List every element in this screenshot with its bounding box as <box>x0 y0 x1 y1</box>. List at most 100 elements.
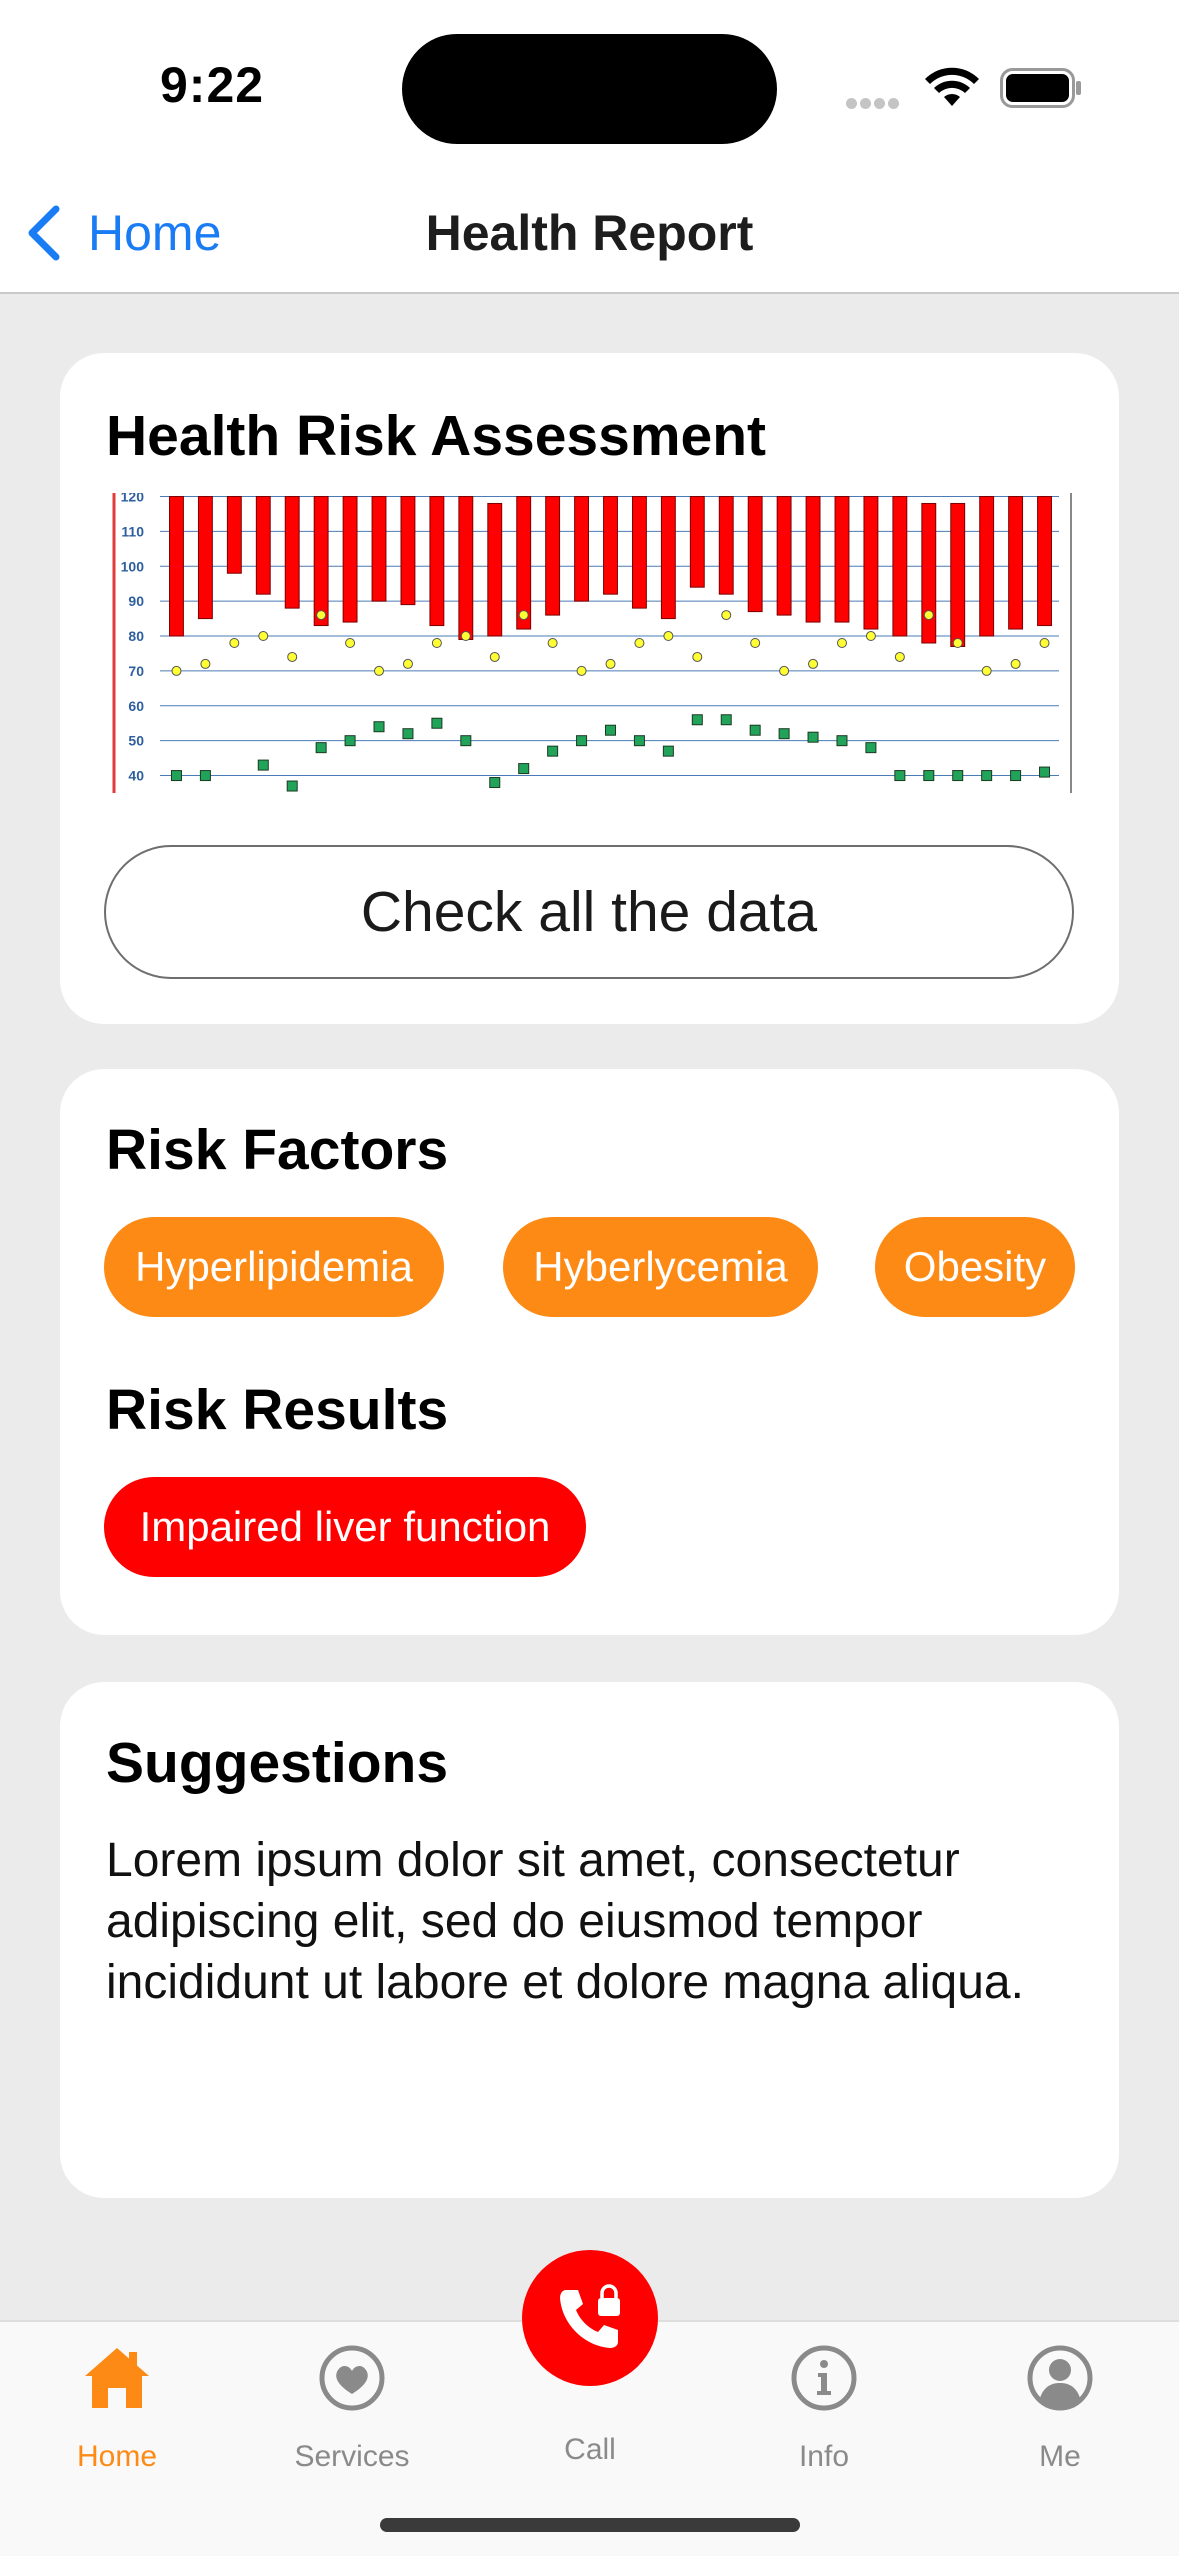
y-tick-label: 70 <box>128 663 144 679</box>
tab-home[interactable]: Home <box>17 2342 217 2474</box>
tab-services[interactable]: Services <box>252 2342 452 2474</box>
chart-bar <box>689 495 705 588</box>
risk-card: Risk Factors Hyperlipidemia Hyberlycemia… <box>60 1069 1119 1635</box>
chart-point-square <box>547 745 559 757</box>
chart-point-square <box>1039 766 1051 778</box>
chart-bar <box>342 495 358 623</box>
chart-point-square <box>720 714 732 726</box>
chart-bar <box>400 495 416 606</box>
tab-info[interactable]: Info <box>724 2342 924 2474</box>
status-bar: 9:22 <box>0 0 1179 170</box>
tab-call-label: Call <box>564 2433 616 2466</box>
chart-point-circle <box>489 651 500 662</box>
chart-point-circle <box>692 651 703 662</box>
wifi-icon <box>925 67 979 106</box>
chart-bar <box>1037 495 1052 627</box>
health-report-screen: 9:22 Home Health Report Health Risk Asse… <box>0 0 1179 2556</box>
navigation-bar: Home Health Report <box>0 170 1179 294</box>
battery-icon <box>1000 68 1081 108</box>
chart-point-circle <box>200 658 211 669</box>
chart-point-circle <box>402 658 413 669</box>
y-tick-label: 100 <box>121 558 145 574</box>
chart-point-circle <box>865 631 876 642</box>
heart-circle-icon <box>319 2345 385 2411</box>
y-tick-label: 60 <box>128 698 144 714</box>
chart-point-circle <box>750 638 761 648</box>
assessment-title: Health Risk Assessment <box>106 404 767 468</box>
chart-point-square <box>257 759 269 771</box>
chart-bar <box>892 495 908 637</box>
chart-bar <box>458 495 474 641</box>
chart-point-square <box>749 724 761 736</box>
chart-bar <box>429 495 445 627</box>
suggestions-card: Suggestions Lorem ipsum dolor sit amet, … <box>60 1682 1119 2198</box>
tab-home-label: Home <box>76 2440 158 2473</box>
chart-bar <box>834 495 850 623</box>
info-circle-icon <box>791 2345 857 2411</box>
tab-me[interactable]: Me <box>960 2342 1160 2474</box>
chart-point-circle <box>808 658 819 669</box>
chart-point-circle <box>460 631 471 642</box>
chart-bar <box>169 495 184 637</box>
chart-point-square <box>1010 770 1022 782</box>
chart-point-square <box>662 745 674 757</box>
chart-point-square <box>894 770 906 782</box>
chart-point-circle <box>576 665 587 676</box>
chart-bar <box>1008 495 1024 630</box>
chart-point-square <box>865 742 877 754</box>
risk-factor-chip[interactable]: Obesity <box>875 1217 1075 1317</box>
chart-bar <box>805 495 821 623</box>
chart-bar <box>226 495 242 574</box>
chart-point-square <box>807 731 819 743</box>
chart-point-square <box>402 728 414 740</box>
risk-result-chip[interactable]: Impaired liver function <box>104 1477 586 1577</box>
risk-results-title: Risk Results <box>106 1378 449 1442</box>
chart-point-square <box>778 728 790 740</box>
chart-bar <box>950 502 966 647</box>
home-indicator <box>380 2518 800 2532</box>
y-tick-label: 110 <box>121 523 144 539</box>
chart-bar <box>660 495 676 620</box>
phone-lock-icon <box>560 2284 620 2348</box>
chart-point-circle <box>894 651 905 662</box>
check-all-data-button[interactable]: Check all the data <box>104 845 1074 979</box>
chart-point-circle <box>374 665 385 676</box>
chart-point-circle <box>229 638 240 648</box>
y-tick-label: 90 <box>128 593 144 609</box>
chart-point-square <box>489 777 501 789</box>
chart-point-circle <box>605 658 616 669</box>
page-title: Health Report <box>425 205 754 261</box>
risk-factors-title: Risk Factors <box>106 1118 449 1182</box>
chart-point-circle <box>171 665 182 676</box>
chart-point-circle <box>431 638 442 648</box>
risk-factor-chip[interactable]: Hyberlycemia <box>503 1217 818 1317</box>
dynamic-island <box>402 34 777 144</box>
chart-point-square <box>836 735 848 747</box>
chart-point-circle <box>952 638 963 648</box>
person-circle-icon <box>1027 2345 1093 2411</box>
y-tick-label: 40 <box>128 768 144 784</box>
y-tick-label: 120 <box>121 493 145 504</box>
chart-bar <box>516 495 532 630</box>
chart-point-circle <box>1039 638 1050 648</box>
assessment-card: Health Risk Assessment 40 50 60 70 80 90 100 11… <box>60 353 1119 1024</box>
tab-services-label: Services <box>294 2440 410 2473</box>
chart-point-circle <box>287 651 298 662</box>
status-time: 9:22 <box>160 57 265 113</box>
chart-bar <box>631 495 647 609</box>
chart-point-circle <box>923 610 934 621</box>
chart-bar <box>545 495 561 616</box>
chart-point-square <box>286 780 298 792</box>
chart-point-circle <box>836 638 847 648</box>
call-button[interactable] <box>522 2250 658 2386</box>
risk-factor-chip[interactable]: Hyperlipidemia <box>104 1217 444 1317</box>
chart-point-square <box>460 735 472 747</box>
chart-bar <box>776 495 792 616</box>
risk-chart: 40 50 60 70 80 90 100 110 120 <box>104 493 1074 803</box>
chart-bar <box>255 495 271 595</box>
chart-point-square <box>373 721 385 733</box>
chart-point-square <box>605 724 616 736</box>
chart-bar <box>574 495 590 602</box>
chart-bar <box>921 502 937 644</box>
tab-info-label: Info <box>798 2440 850 2473</box>
